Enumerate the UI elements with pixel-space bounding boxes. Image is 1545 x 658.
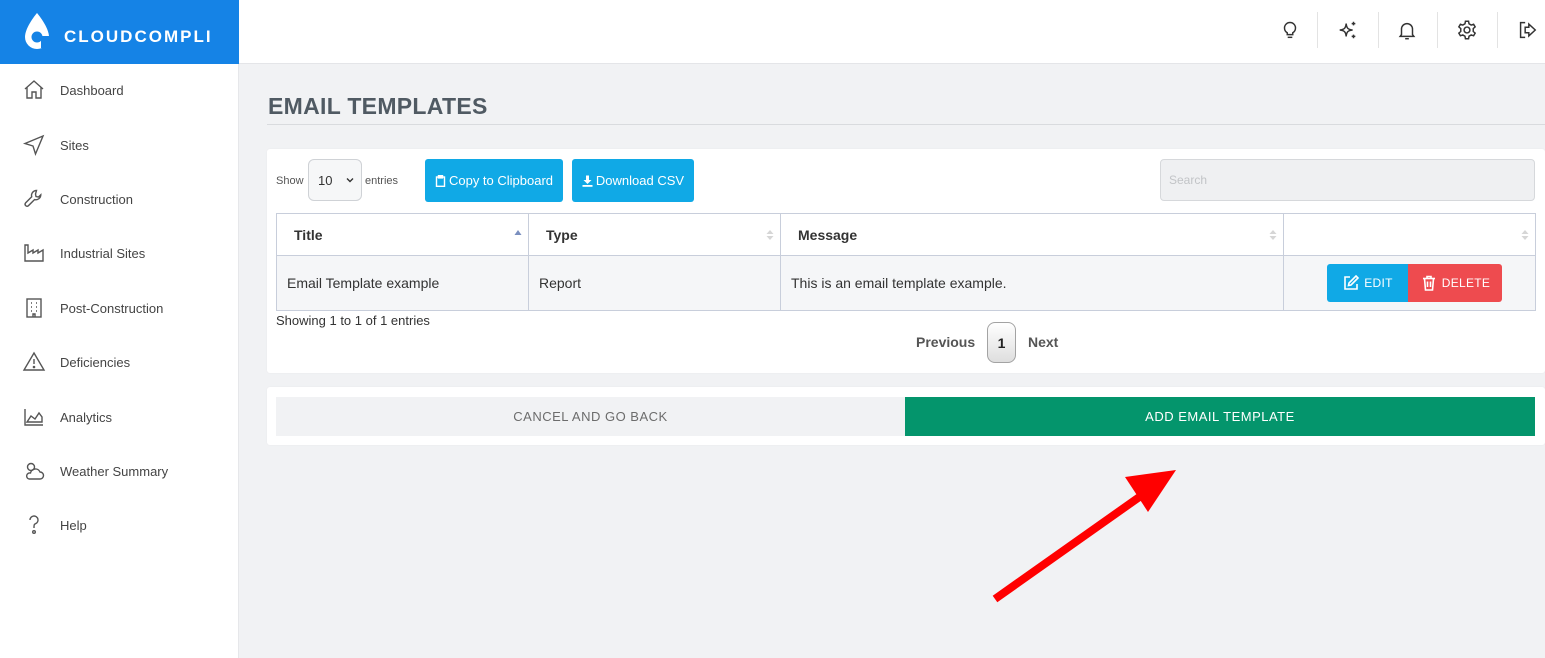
home-icon [24,80,44,99]
copy-to-clipboard-button[interactable]: Copy to Clipboard [425,159,563,202]
sidebar-item-post-construction[interactable]: Post-Construction [0,288,239,328]
divider [267,124,1545,125]
cell-actions: EDIT DELETE [1283,255,1536,311]
wrench-icon [24,189,42,207]
sort-icon [766,230,774,240]
navigation-arrow-icon [22,134,45,157]
column-header-actions[interactable] [1283,213,1536,256]
search-input[interactable] [1160,159,1535,201]
chevron-down-icon [346,178,354,183]
edit-button[interactable]: EDIT [1327,264,1408,302]
download-icon [582,175,593,187]
trash-icon [1422,275,1435,291]
page-length-value: 10 [318,172,333,188]
page-1-button[interactable]: 1 [987,322,1016,363]
column-title-label: Type [546,226,578,243]
sidebar: Dashboard Sites Construction Industrial … [0,64,239,658]
row-actions: EDIT DELETE [1294,264,1535,302]
separator [1437,12,1438,48]
sort-icon [1269,230,1277,240]
notifications-button[interactable] [1389,14,1425,46]
sidebar-item-sites[interactable]: Sites [0,125,239,165]
sidebar-item-label: Analytics [60,409,113,425]
sidebar-item-label: Help [60,517,87,533]
settings-button[interactable] [1449,14,1485,46]
gear-icon [1457,20,1477,40]
column-title-label: Title [294,226,323,243]
sidebar-item-weather-summary[interactable]: Weather Summary [0,451,239,491]
brand-name: CLOUDCOMPLI [64,27,213,46]
next-page-button[interactable]: Next [1028,334,1058,350]
column-header-title[interactable]: Title [276,213,529,256]
sidebar-item-label: Dashboard [60,82,124,98]
delete-button[interactable]: DELETE [1408,264,1502,302]
column-header-message[interactable]: Message [780,213,1284,256]
add-email-template-button[interactable]: ADD EMAIL TEMPLATE [905,397,1535,436]
sidebar-item-label: Weather Summary [60,463,169,479]
sidebar-item-label: Sites [60,137,89,153]
sort-ascending-icon [514,230,522,235]
brand-bar[interactable]: CLOUDCOMPLI [0,0,239,64]
sidebar-item-industrial-sites[interactable]: Industrial Sites [0,233,239,273]
sparkles-icon [1339,21,1356,39]
download-csv-button[interactable]: Download CSV [572,159,694,202]
sidebar-item-dashboard[interactable]: Dashboard [0,70,239,110]
separator [1317,12,1318,48]
copy-label: Copy to Clipboard [448,173,554,188]
warning-icon [22,351,46,371]
cell-title: Email Template example [276,255,529,311]
templates-table: Title Type Message Email Template exampl… [276,213,1536,311]
sidebar-item-label: Industrial Sites [60,245,146,261]
top-bar [239,0,1545,64]
show-label: Show [276,175,304,187]
area-chart-icon [24,409,43,426]
ai-sparkles-button[interactable] [1330,14,1366,46]
sidebar-item-label: Post-Construction [60,300,164,316]
table-row: Email Template example Report This is an… [276,255,1536,311]
cloudcompli-logo-icon [25,13,50,49]
sidebar-item-analytics[interactable]: Analytics [0,397,239,437]
logout-button[interactable] [1509,14,1545,46]
column-header-type[interactable]: Type [528,213,781,256]
cancel-button[interactable]: CANCEL AND GO BACK [276,397,905,436]
factory-icon [24,244,44,262]
previous-page-button[interactable]: Previous [916,334,975,350]
table-header-row: Title Type Message [276,213,1536,256]
edit-label: EDIT [1364,276,1393,290]
logout-icon [1519,21,1537,39]
sidebar-item-deficiencies[interactable]: Deficiencies [0,342,239,382]
table-info: Showing 1 to 1 of 1 entries [276,313,430,328]
column-title-label: Message [798,226,858,243]
delete-label: DELETE [1441,276,1491,290]
building-icon [26,298,42,318]
separator [1497,12,1498,48]
weather-icon [25,462,45,480]
sidebar-item-label: Deficiencies [60,354,131,370]
page-title: EMAIL TEMPLATES [268,93,488,119]
entries-label: entries [365,175,399,187]
cell-message: This is an email template example. [780,255,1284,311]
sort-icon [1521,230,1529,240]
bell-icon [1398,22,1416,40]
clipboard-icon [435,174,446,187]
separator [1378,12,1379,48]
sidebar-item-label: Construction [60,191,133,207]
download-label: Download CSV [595,173,685,188]
cell-type: Report [528,255,781,311]
sidebar-item-help[interactable]: Help [0,505,239,545]
lightbulb-icon [1283,21,1297,39]
page-length-select[interactable]: 10 [308,159,362,201]
edit-icon [1344,274,1360,290]
annotation-arrow-icon [992,470,1176,603]
sidebar-item-construction[interactable]: Construction [0,179,239,219]
lightbulb-button[interactable] [1272,14,1308,46]
help-icon [29,515,39,535]
